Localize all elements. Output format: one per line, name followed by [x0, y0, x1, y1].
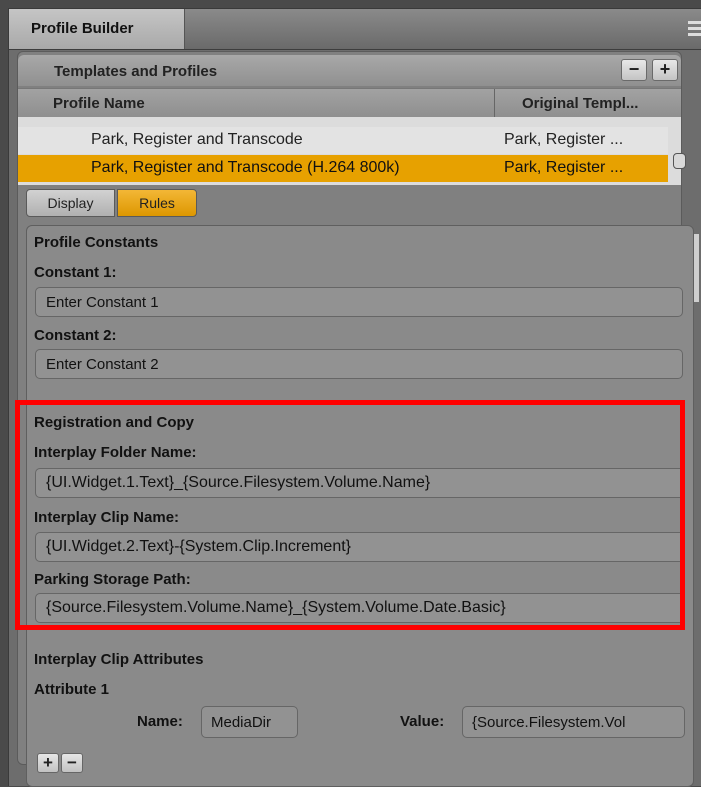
templates-title: Templates and Profiles: [54, 63, 218, 80]
attribute-name-label: Name:: [137, 713, 183, 730]
constant-1-label: Constant 1:: [34, 264, 117, 281]
hamburger-menu-icon[interactable]: [688, 21, 701, 37]
profiles-list: Park, Register and Transcode Park, Regis…: [18, 117, 699, 302]
column-divider: [494, 89, 495, 117]
column-profile-name[interactable]: Profile Name: [53, 95, 145, 112]
display-toggle-button[interactable]: Display: [26, 189, 115, 217]
tab-profile-builder[interactable]: Profile Builder: [9, 9, 185, 49]
add-template-button[interactable]: +: [652, 59, 678, 81]
attribute-value-input[interactable]: {Source.Filesystem.Vol: [462, 706, 685, 738]
constant-1-input[interactable]: Enter Constant 1: [35, 287, 683, 317]
constant-2-label: Constant 2:: [34, 327, 117, 344]
profile-constants-heading: Profile Constants: [34, 234, 159, 251]
row-original-template: Park, Register ...: [504, 131, 624, 148]
add-attribute-button[interactable]: +: [37, 753, 59, 773]
rules-toggle-button[interactable]: Rules: [117, 189, 197, 217]
attribute-1-label: Attribute 1: [34, 681, 109, 698]
constant-2-input[interactable]: Enter Constant 2: [35, 349, 683, 379]
tab-bar: Profile Builder: [9, 9, 701, 50]
attribute-name-input[interactable]: MediaDir: [201, 706, 298, 738]
templates-header: Templates and Profiles − +: [18, 55, 681, 86]
remove-attribute-button[interactable]: −: [61, 753, 83, 773]
row-profile-name: Park, Register and Transcode (H.264 800k…: [91, 159, 400, 176]
highlight-box: [15, 400, 685, 630]
table-row-selected[interactable]: Park, Register and Transcode (H.264 800k…: [18, 155, 668, 182]
attribute-value-label: Value:: [400, 713, 445, 730]
column-original-template[interactable]: Original Templ...: [522, 95, 638, 112]
clip-attributes-heading: Interplay Clip Attributes: [34, 651, 204, 668]
remove-template-button[interactable]: −: [621, 59, 647, 81]
scrollbar-thumb[interactable]: [673, 153, 686, 169]
table-row[interactable]: Park, Register and Transcode Park, Regis…: [18, 127, 668, 154]
table-header: Profile Name Original Templ...: [18, 88, 681, 118]
row-profile-name: Park, Register and Transcode: [91, 131, 303, 148]
tab-title: Profile Builder: [31, 20, 134, 37]
row-original-template: Park, Register ...: [504, 159, 624, 176]
